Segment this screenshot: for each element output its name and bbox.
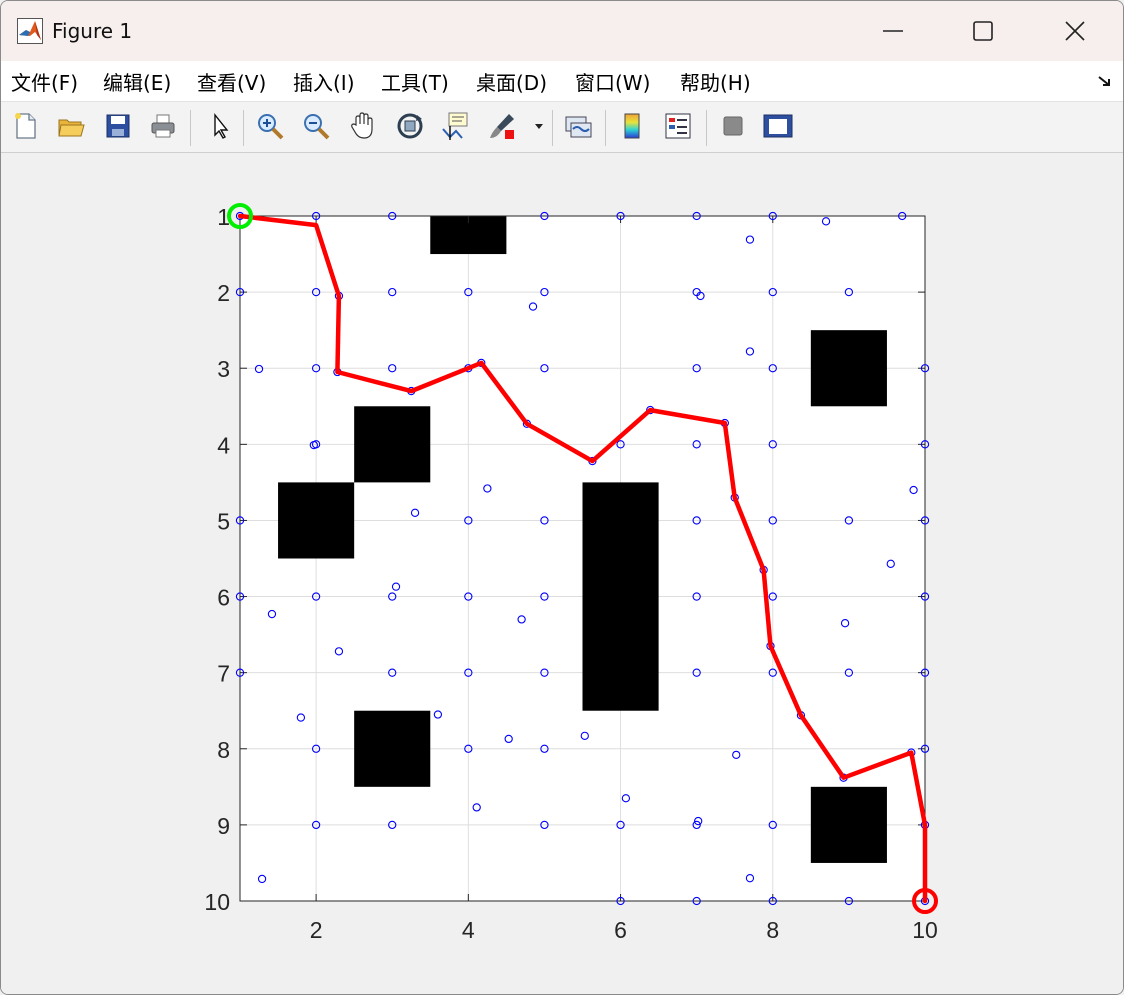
x-tick-label: 2 [310, 917, 323, 943]
close-icon [1065, 21, 1085, 41]
obstacle [278, 482, 355, 559]
show-plot-tools-icon [763, 114, 793, 138]
x-tick-label: 4 [462, 917, 475, 943]
menu-edit[interactable]: 编辑(E) [103, 67, 171, 96]
figure-toolbar [1, 102, 1123, 153]
brush-button[interactable] [485, 109, 519, 143]
save-icon [106, 114, 130, 138]
print-icon [151, 114, 175, 138]
data-cursor-icon [442, 112, 468, 140]
minimize-icon [883, 30, 903, 32]
link-plot-button[interactable] [561, 109, 595, 143]
maximize-button[interactable] [937, 1, 1029, 61]
save-button[interactable] [101, 109, 135, 143]
brush-dropdown-icon [535, 124, 543, 129]
menu-insert[interactable]: 插入(I) [293, 67, 355, 96]
pan-icon [351, 112, 373, 139]
dock-arrow-icon[interactable] [1097, 73, 1113, 89]
y-tick-label: 2 [217, 280, 230, 306]
new-figure-button[interactable] [9, 109, 43, 143]
brush-dropdown-button[interactable] [531, 109, 547, 143]
hide-plot-tools-icon [723, 116, 743, 136]
toolbar-separator [190, 110, 191, 146]
open-file-icon [58, 119, 85, 137]
x-tick-label: 10 [912, 917, 938, 943]
brush-icon [490, 114, 514, 139]
maximize-icon [973, 21, 993, 41]
axes[interactable]: 2 4 6 8 10 12345678910 [1, 153, 1123, 994]
pointer-button[interactable] [203, 109, 237, 143]
y-tick-labels: 12345678910 [204, 204, 230, 915]
new-figure-icon [15, 113, 36, 139]
y-tick-label: 6 [217, 585, 230, 611]
rotate-3d-button[interactable] [393, 109, 427, 143]
zoom-in-icon [258, 114, 284, 140]
menu-file[interactable]: 文件(F) [11, 67, 78, 96]
x-tick-label: 6 [614, 917, 627, 943]
obstacle [354, 710, 431, 787]
link-plot-icon [565, 116, 592, 138]
colorbar-icon [624, 113, 640, 139]
menu-tools[interactable]: 工具(T) [381, 67, 449, 96]
window-title: Figure 1 [52, 19, 133, 43]
zoom-out-button[interactable] [299, 109, 333, 143]
pointer-icon [214, 113, 229, 139]
title-bar: Figure 1 [1, 1, 1123, 61]
data-cursor-button[interactable] [438, 109, 472, 143]
matlab-logo-icon [17, 18, 43, 44]
menu-window[interactable]: 窗口(W) [575, 67, 650, 96]
menu-bar: 文件(F) 编辑(E) 查看(V) 插入(I) 工具(T) 桌面(D) 窗口(W… [1, 61, 1123, 102]
zoom-out-icon [304, 114, 330, 140]
y-tick-label: 8 [217, 737, 230, 763]
y-tick-label: 9 [217, 813, 230, 839]
colorbar-button[interactable] [615, 109, 649, 143]
print-button[interactable] [146, 109, 180, 143]
y-tick-label: 10 [204, 889, 230, 915]
toolbar-separator [706, 110, 707, 146]
figure-window: Figure 1 文件(F) 编辑(E) 查看(V) 插入(I) 工具(T) 桌… [0, 0, 1124, 995]
close-button[interactable] [1029, 1, 1121, 61]
rotate-3d-icon [397, 113, 423, 139]
show-plot-tools-button[interactable] [761, 109, 795, 143]
menu-view[interactable]: 查看(V) [197, 67, 266, 96]
pan-button[interactable] [346, 109, 380, 143]
x-tick-label: 8 [766, 917, 779, 943]
open-file-button[interactable] [54, 109, 88, 143]
obstacle [354, 406, 431, 483]
menu-desktop[interactable]: 桌面(D) [476, 67, 547, 96]
y-tick-label: 4 [217, 432, 230, 458]
y-tick-label: 3 [217, 356, 230, 382]
obstacle [582, 482, 659, 711]
zoom-in-button[interactable] [253, 109, 287, 143]
obstacle [810, 786, 887, 863]
toolbar-separator [243, 110, 244, 146]
legend-icon [665, 113, 691, 139]
x-tick-labels: 2 4 6 8 10 [310, 917, 938, 943]
obstacle [810, 330, 887, 407]
toolbar-separator [605, 110, 606, 146]
figure-canvas: 2 4 6 8 10 1 2 3 4 5 6 7 8 9 10 [1, 153, 1123, 994]
menu-help[interactable]: 帮助(H) [680, 67, 751, 96]
y-tick-label: 5 [217, 508, 230, 534]
y-tick-label: 7 [217, 661, 230, 687]
hide-plot-tools-button[interactable] [716, 109, 750, 143]
toolbar-separator [552, 110, 553, 146]
minimize-button[interactable] [847, 1, 939, 61]
legend-button[interactable] [661, 109, 695, 143]
